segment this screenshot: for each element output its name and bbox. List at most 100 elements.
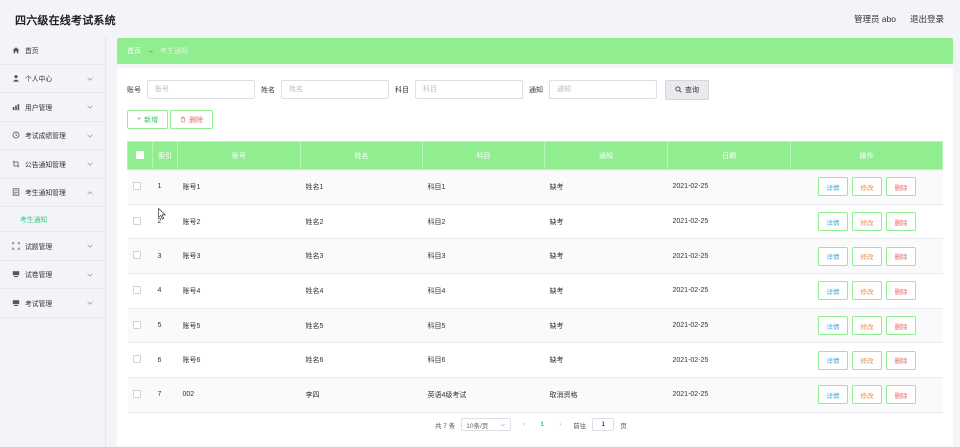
row-select-cell[interactable] <box>127 273 153 309</box>
notice-cell: 缺考 <box>544 169 668 205</box>
delete-button[interactable]: 删除 <box>886 212 916 232</box>
subject-cell: 科目1 <box>422 169 545 205</box>
detail-button[interactable]: 详情 <box>818 316 848 336</box>
sidebar-item-candidate-notices[interactable]: 考生通知管理 <box>0 179 105 207</box>
account-input[interactable] <box>147 80 255 99</box>
account-label: 账号 <box>127 86 141 94</box>
query-button[interactable]: 查询 <box>665 79 709 100</box>
sidebar-item-label: 考试成绩管理 <box>25 133 66 141</box>
select-all-checkbox[interactable] <box>136 150 144 159</box>
sidebar-subitem-candidate-notice[interactable]: 考生通知 <box>0 207 105 232</box>
sidebar-item-label: 试题管理 <box>25 243 53 251</box>
goto-page-input[interactable] <box>592 418 615 431</box>
detail-button[interactable]: 详情 <box>818 177 848 197</box>
prev-page-button[interactable]: ‹ <box>517 421 531 428</box>
edit-button[interactable]: 修改 <box>852 246 882 266</box>
actions-cell: 详情 修改 删除 <box>790 377 943 413</box>
table-row: 4 账号4 姓名4 科目4 缺考 2021-02-25 详情 修改 删除 <box>127 273 943 309</box>
home-icon <box>11 45 20 54</box>
sidebar-item-label: 用户管理 <box>25 104 53 112</box>
row-checkbox[interactable] <box>132 251 141 260</box>
row-select-cell[interactable] <box>127 238 153 275</box>
row-checkbox[interactable] <box>132 320 141 329</box>
edit-button[interactable]: 修改 <box>852 385 882 405</box>
breadcrumb-home[interactable]: 首页 <box>127 46 141 56</box>
select-all-cell[interactable] <box>127 141 153 170</box>
delete-button[interactable]: 删除 <box>886 316 916 336</box>
date-cell: 2021-02-25 <box>667 377 791 413</box>
edit-button[interactable]: 修改 <box>852 281 882 301</box>
row-checkbox[interactable] <box>132 285 141 294</box>
edit-button[interactable]: 修改 <box>852 177 882 197</box>
index-cell: 4 <box>152 273 178 309</box>
sidebar-item-profile[interactable]: 个人中心 <box>0 65 105 93</box>
index-cell: 7 <box>152 377 178 413</box>
sidebar-item-users[interactable]: 用户管理 <box>0 93 105 122</box>
account-cell: 账号2 <box>177 204 301 240</box>
chevron-down-icon <box>87 77 93 81</box>
name-input[interactable] <box>281 80 389 99</box>
column-header: 科目 <box>422 141 545 170</box>
detail-button[interactable]: 详情 <box>818 385 848 405</box>
delete-button[interactable]: 删除 <box>886 350 916 370</box>
mouse-cursor-icon <box>158 208 166 220</box>
detail-button[interactable]: 详情 <box>818 350 848 370</box>
user-role: 管理员 abo <box>853 14 896 24</box>
row-select-cell[interactable] <box>127 377 153 413</box>
next-page-button[interactable]: › <box>553 421 567 428</box>
column-header: 账号 <box>177 141 301 170</box>
row-select-cell[interactable] <box>127 204 153 240</box>
sidebar-item-announcements[interactable]: 公告通知管理 <box>0 150 105 179</box>
row-select-cell[interactable] <box>127 342 153 379</box>
date-cell: 2021-02-25 <box>667 342 791 379</box>
delete-button[interactable]: 删除 <box>886 385 916 405</box>
date-cell: 2021-02-25 <box>667 238 791 275</box>
row-select-cell[interactable] <box>127 169 153 205</box>
row-checkbox[interactable] <box>132 181 141 190</box>
sidebar-item-label: 首页 <box>25 47 39 55</box>
content-panel: 账号 姓名 科目 通知 查询 + 新增 删除 <box>117 68 953 446</box>
index-cell: 1 <box>152 169 178 205</box>
table-row: 5 账号5 姓名5 科目5 缺考 2021-02-25 详情 修改 删除 <box>127 308 943 344</box>
row-checkbox[interactable] <box>132 355 141 364</box>
page-size-select[interactable]: 10条/页 <box>461 418 512 431</box>
doc-icon <box>11 188 20 197</box>
row-checkbox[interactable] <box>132 216 141 225</box>
column-header: 索引 <box>152 141 178 170</box>
edit-button[interactable]: 修改 <box>852 316 882 336</box>
table-row: 7 002 李四 英语4级考试 取消资格 2021-02-25 详情 修改 删除 <box>127 377 943 413</box>
name-cell: 姓名5 <box>300 308 423 344</box>
batch-delete-button[interactable]: 删除 <box>170 110 214 129</box>
detail-button[interactable]: 详情 <box>818 212 848 232</box>
name-cell: 李四 <box>300 377 423 413</box>
subject-cell: 科目5 <box>422 308 545 344</box>
sidebar-item-scores[interactable]: 考试成绩管理 <box>0 122 105 150</box>
delete-button[interactable]: 删除 <box>886 281 916 301</box>
sidebar-item-home[interactable]: 首页 <box>0 36 105 65</box>
row-checkbox[interactable] <box>132 389 141 398</box>
delete-button[interactable]: 删除 <box>886 177 916 197</box>
chevron-down-icon <box>501 423 506 426</box>
page-number-current[interactable]: 1 <box>537 421 547 428</box>
breadcrumb-separator: → <box>147 47 154 55</box>
edit-button[interactable]: 修改 <box>852 350 882 370</box>
table-row: 6 账号6 姓名6 科目6 缺考 2021-02-25 详情 修改 删除 <box>127 342 943 379</box>
breadcrumb: 首页 → 考生通知 <box>117 38 953 64</box>
sidebar-item-questions[interactable]: 试题管理 <box>0 232 105 261</box>
sidebar-item-papers[interactable]: 试卷管理 <box>0 261 105 289</box>
detail-button[interactable]: 详情 <box>818 246 848 266</box>
sidebar: 首页 个人中心 用户管理 考试成绩管理 公告通知管理 考生通知管理 考生通知 试… <box>0 36 106 447</box>
row-select-cell[interactable] <box>127 308 153 344</box>
add-button-label: 新增 <box>144 116 159 124</box>
add-button[interactable]: + 新增 <box>127 110 169 129</box>
actions-cell: 详情 修改 删除 <box>790 342 943 379</box>
delete-button[interactable]: 删除 <box>886 246 916 266</box>
chevron-down-icon <box>87 105 93 109</box>
notice-input[interactable] <box>549 80 657 99</box>
sidebar-item-exams[interactable]: 考试管理 <box>0 289 105 318</box>
logout-link[interactable]: 退出登录 <box>910 13 944 25</box>
edit-button[interactable]: 修改 <box>852 212 882 232</box>
query-button-label: 查询 <box>685 86 699 94</box>
detail-button[interactable]: 详情 <box>818 281 848 301</box>
subject-input[interactable] <box>415 80 523 99</box>
